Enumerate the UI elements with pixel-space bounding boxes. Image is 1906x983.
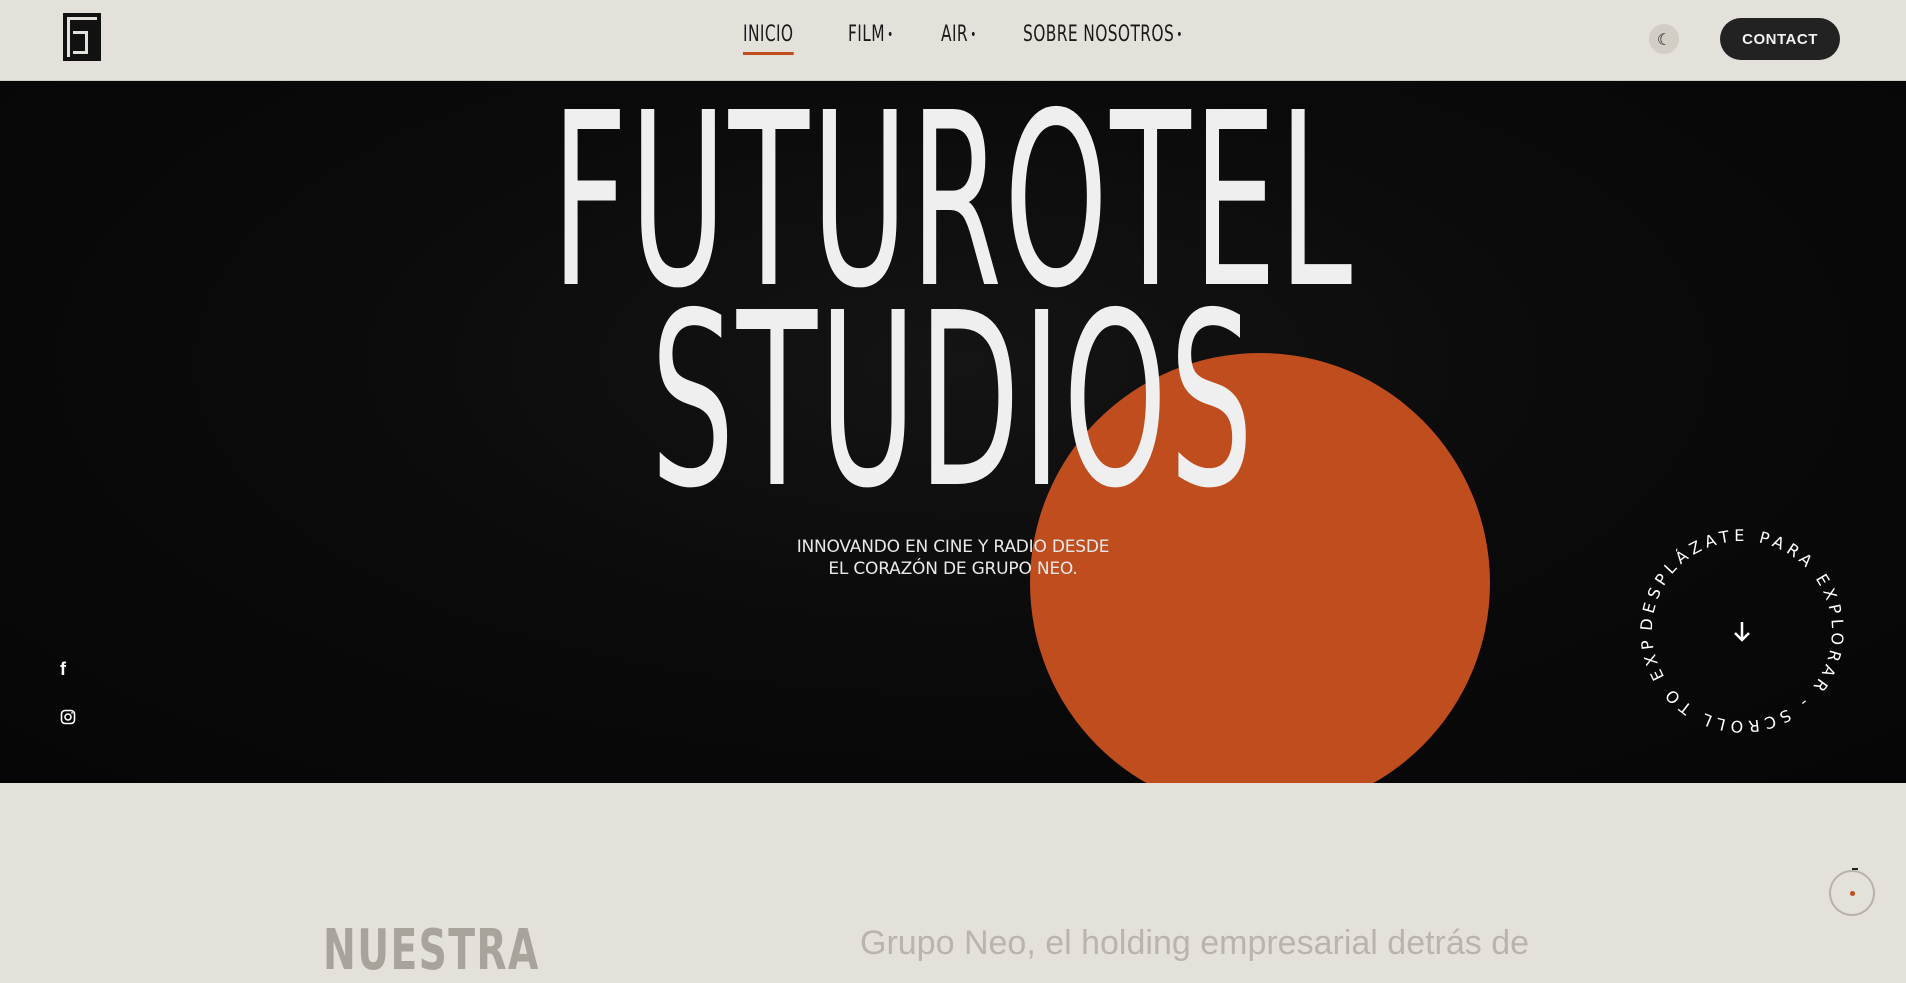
hero-subtitle: INNOVANDO EN CINE Y RADIO DESDE EL CORAZ…: [0, 536, 1906, 580]
instagram-icon[interactable]: [60, 709, 76, 729]
section-intro: Grupo Neo, el holding empresarial detrás…: [860, 924, 1530, 962]
nav-item-label: FILM: [848, 22, 885, 47]
nav-item-air[interactable]: AIR •: [941, 22, 977, 47]
floating-action-button[interactable]: [1829, 868, 1875, 916]
dropdown-dot-icon: •: [970, 27, 977, 43]
nav-item-film[interactable]: FILM •: [848, 22, 893, 47]
scroll-to-explore-badge[interactable]: DESPLÁZATE PARA EXPLORAR - SCROLL TO EXP…: [1628, 511, 1847, 736]
nav-item-label: SOBRE NOSOTROS: [1023, 22, 1175, 47]
dot-icon: [1850, 891, 1855, 896]
nav-item-sobre-nosotros[interactable]: SOBRE NOSOTROS •: [1023, 22, 1183, 47]
contact-button[interactable]: CONTACT: [1720, 18, 1840, 60]
moon-icon: ☾: [1656, 29, 1672, 49]
facebook-icon[interactable]: f: [60, 659, 66, 680]
indicator-tick: [1852, 868, 1858, 870]
nav-item-inicio[interactable]: INICIO: [743, 22, 794, 55]
nav-item-label: AIR: [941, 22, 969, 47]
dropdown-dot-icon: •: [1176, 27, 1183, 43]
hero-title-line2: STUDIOS: [650, 261, 1256, 541]
theme-toggle-button[interactable]: ☾: [1649, 24, 1679, 54]
site-header: INICIO FILM • AIR • SOBRE NOSOTROS • ☾ CONT…: [0, 0, 1906, 81]
dropdown-dot-icon: •: [887, 27, 894, 43]
section-heading: NUESTRA: [323, 918, 540, 983]
hero-section: FUTUROTEL STUDIOS INNOVANDO EN CINE Y RA…: [0, 81, 1906, 783]
nav-item-label: INICIO: [743, 22, 794, 47]
arrow-down-icon: [1734, 622, 1750, 642]
futurotel-logo[interactable]: [63, 13, 101, 61]
hero-subtitle-line2: EL CORAZÓN DE GRUPO NEO.: [828, 559, 1078, 579]
hero-subtitle-line1: INNOVANDO EN CINE Y RADIO DESDE: [796, 537, 1110, 557]
